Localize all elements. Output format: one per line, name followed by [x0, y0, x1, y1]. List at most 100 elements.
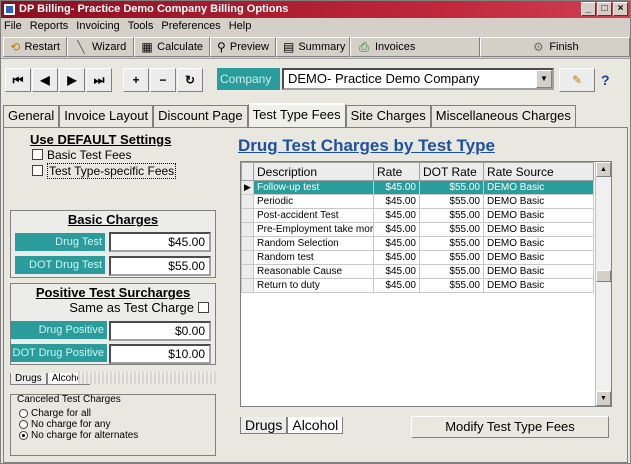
- invoices-button[interactable]: ⎙ Invoices: [350, 37, 480, 57]
- close-button[interactable]: ×: [613, 2, 628, 16]
- cell-description[interactable]: Reasonable Cause: [253, 264, 374, 279]
- table-row[interactable]: Reasonable Cause $45.00 $55.00 DEMO Basic: [241, 264, 594, 279]
- restart-button[interactable]: ⟲ Restart: [3, 37, 67, 57]
- radio-no-charge-alternates[interactable]: No charge for alternates: [19, 430, 138, 441]
- cell-description[interactable]: Pre-Employment take more: [253, 222, 374, 237]
- tab-general[interactable]: General: [3, 105, 60, 127]
- cell-description[interactable]: Return to duty: [253, 278, 374, 293]
- header-description[interactable]: Description: [253, 162, 374, 181]
- cell-dot-rate[interactable]: $55.00: [419, 180, 484, 195]
- cell-rate[interactable]: $45.00: [373, 180, 420, 195]
- dot-drug-positive-input[interactable]: $10.00: [109, 344, 211, 364]
- cell-dot-rate[interactable]: $55.00: [419, 264, 484, 279]
- preview-button[interactable]: ⚲ Preview: [210, 37, 276, 57]
- first-record-button[interactable]: ⏮: [5, 68, 31, 92]
- chevron-down-icon[interactable]: ▼: [536, 70, 552, 88]
- company-select[interactable]: DEMO- Practice Demo Company ▼: [282, 68, 554, 90]
- dot-drug-test-input[interactable]: $55.00: [109, 256, 211, 276]
- cell-dot-rate[interactable]: $55.00: [419, 236, 484, 251]
- finish-button[interactable]: ⚙ Finish: [480, 37, 630, 57]
- row-indicator[interactable]: [241, 264, 254, 279]
- table-row[interactable]: Return to duty $45.00 $55.00 DEMO Basic: [241, 278, 594, 293]
- cell-rate-source[interactable]: DEMO Basic: [483, 194, 594, 209]
- row-indicator[interactable]: [241, 208, 254, 223]
- cell-rate[interactable]: $45.00: [373, 222, 420, 237]
- row-indicator[interactable]: [241, 250, 254, 265]
- left-subtab-drugs[interactable]: Drugs: [10, 373, 47, 385]
- cell-description[interactable]: Random Selection: [253, 236, 374, 251]
- cell-rate[interactable]: $45.00: [373, 208, 420, 223]
- menu-invoicing[interactable]: Invoicing: [76, 18, 119, 35]
- menu-reports[interactable]: Reports: [30, 18, 69, 35]
- edit-company-button[interactable]: ✎: [559, 68, 595, 92]
- tab-site-charges[interactable]: Site Charges: [345, 105, 431, 127]
- cell-description[interactable]: Random test: [253, 250, 374, 265]
- cell-description[interactable]: Periodic: [253, 194, 374, 209]
- header-rate[interactable]: Rate: [373, 162, 420, 181]
- scroll-thumb[interactable]: [596, 270, 611, 282]
- menu-help[interactable]: Help: [229, 18, 252, 35]
- summary-button[interactable]: ▤ Summary: [276, 37, 350, 57]
- tab-invoice-layout[interactable]: Invoice Layout: [59, 105, 154, 127]
- next-record-button[interactable]: ▶: [59, 68, 85, 92]
- radio-icon[interactable]: [19, 420, 28, 429]
- title-bar[interactable]: DP Billing- Practice Demo Company Billin…: [1, 1, 630, 18]
- cell-dot-rate[interactable]: $55.00: [419, 278, 484, 293]
- tab-test-type-fees[interactable]: Test Type Fees: [247, 103, 346, 127]
- cell-rate-source[interactable]: DEMO Basic: [483, 222, 594, 237]
- add-record-button[interactable]: +: [123, 68, 149, 92]
- cell-rate[interactable]: $45.00: [373, 250, 420, 265]
- radio-no-charge-any[interactable]: No charge for any: [19, 419, 138, 430]
- bottom-subtab-alcohol[interactable]: Alcohol: [287, 417, 344, 434]
- cell-rate[interactable]: $45.00: [373, 236, 420, 251]
- radio-icon[interactable]: [19, 409, 28, 418]
- cell-dot-rate[interactable]: $55.00: [419, 194, 484, 209]
- drug-positive-input[interactable]: $0.00: [109, 321, 211, 341]
- calculate-button[interactable]: ▦ Calculate: [134, 37, 210, 57]
- row-indicator[interactable]: ▶: [241, 180, 254, 195]
- cell-rate-source[interactable]: DEMO Basic: [483, 264, 594, 279]
- table-row[interactable]: Periodic $45.00 $55.00 DEMO Basic: [241, 194, 594, 209]
- help-button[interactable]: ?: [601, 72, 610, 88]
- checkbox-icon[interactable]: [32, 149, 43, 160]
- scroll-up-icon[interactable]: ▲: [596, 162, 611, 177]
- modify-test-type-fees-button[interactable]: Modify Test Type Fees: [411, 416, 609, 438]
- tab-miscellaneous-charges[interactable]: Miscellaneous Charges: [430, 105, 576, 127]
- prev-record-button[interactable]: ◀: [32, 68, 58, 92]
- row-indicator[interactable]: [241, 278, 254, 293]
- delete-record-button[interactable]: −: [150, 68, 176, 92]
- row-indicator[interactable]: [241, 222, 254, 237]
- scroll-down-icon[interactable]: ▼: [596, 391, 611, 406]
- test-type-specific-checkbox[interactable]: Test Type-specific Fees: [14, 162, 214, 179]
- cell-rate-source[interactable]: DEMO Basic: [483, 250, 594, 265]
- radio-icon[interactable]: [19, 431, 28, 440]
- cell-rate[interactable]: $45.00: [373, 264, 420, 279]
- menu-tools[interactable]: Tools: [128, 18, 154, 35]
- minimize-button[interactable]: _: [581, 2, 596, 16]
- basic-test-fees-checkbox[interactable]: Basic Test Fees: [14, 147, 214, 162]
- header-dot-rate[interactable]: DOT Rate: [419, 162, 484, 181]
- last-record-button[interactable]: ⏭: [86, 68, 112, 92]
- table-row[interactable]: ▶ Follow-up test $45.00 $55.00 DEMO Basic: [241, 180, 594, 195]
- radio-charge-for-all[interactable]: Charge for all: [19, 408, 138, 419]
- bottom-subtab-drugs[interactable]: Drugs: [240, 417, 288, 434]
- cell-dot-rate[interactable]: $55.00: [419, 250, 484, 265]
- maximize-button[interactable]: □: [597, 2, 612, 16]
- cell-dot-rate[interactable]: $55.00: [419, 222, 484, 237]
- cell-description[interactable]: Follow-up test: [253, 180, 374, 195]
- grid-scrollbar[interactable]: ▲ ▼: [595, 162, 611, 406]
- cell-rate[interactable]: $45.00: [373, 278, 420, 293]
- refresh-button[interactable]: ↻: [177, 68, 203, 92]
- cell-rate-source[interactable]: DEMO Basic: [483, 236, 594, 251]
- checkbox-icon[interactable]: [32, 165, 43, 176]
- table-row[interactable]: Random test $45.00 $55.00 DEMO Basic: [241, 250, 594, 265]
- table-row[interactable]: Post-accident Test $45.00 $55.00 DEMO Basic: [241, 208, 594, 223]
- cell-rate-source[interactable]: DEMO Basic: [483, 208, 594, 223]
- cell-dot-rate[interactable]: $55.00: [419, 208, 484, 223]
- charges-grid[interactable]: Description Rate DOT Rate Rate Source ▶ F…: [240, 161, 612, 407]
- menu-file[interactable]: File: [4, 18, 22, 35]
- drug-test-input[interactable]: $45.00: [109, 232, 211, 252]
- header-rate-source[interactable]: Rate Source: [483, 162, 594, 181]
- table-row[interactable]: Pre-Employment take more $45.00 $55.00 DEMO…: [241, 222, 594, 237]
- row-indicator[interactable]: [241, 194, 254, 209]
